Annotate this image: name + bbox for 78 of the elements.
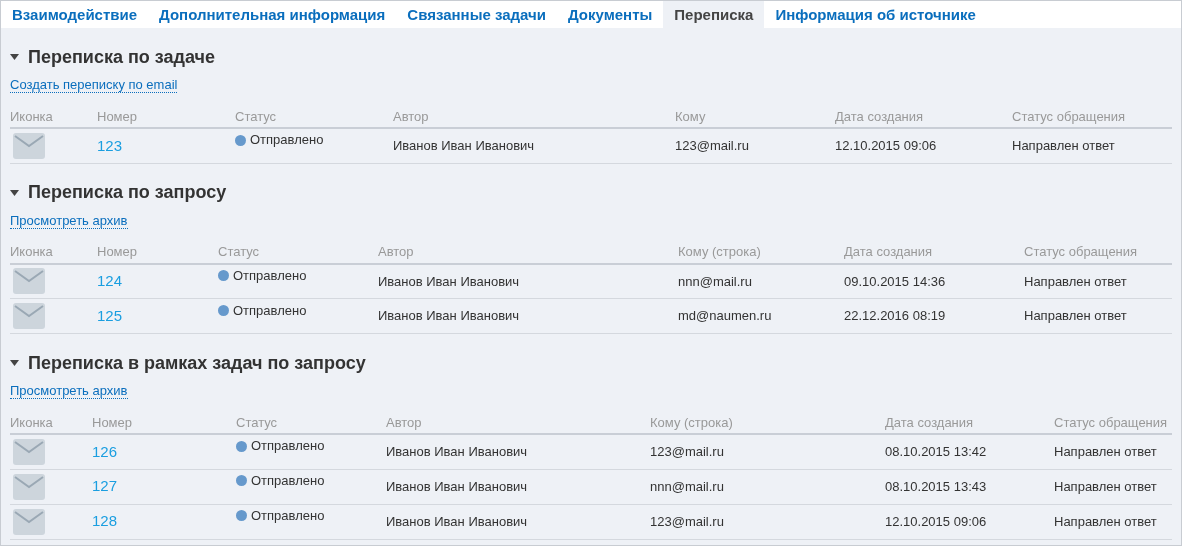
envelope-icon [13,132,45,159]
caret-icon[interactable] [10,360,19,366]
column-header: Иконка [10,412,92,434]
column-header: Кому [675,106,835,128]
column-header: Кому (строка) [678,241,844,264]
number-cell[interactable]: 127 [92,469,236,504]
column-header: Дата создания [885,412,1054,434]
tab[interactable]: Переписка [663,1,765,28]
number-cell[interactable]: 125 [97,298,218,334]
status-text: Отправлено [233,301,307,320]
column-header: Статус обращения [1012,106,1172,128]
tab[interactable]: Дополнительная информация [148,1,397,28]
column-header: Номер [97,106,235,128]
status-text: Отправлено [251,472,325,491]
author-cell: Иванов Иван Иванович [378,298,678,334]
column-header: Дата создания [844,241,1024,264]
appeal-status-cell: Направлен ответ [1054,434,1172,469]
number-cell[interactable]: 123 [97,128,235,163]
envelope-icon [13,303,45,329]
number-cell[interactable]: 126 [92,434,236,469]
recipient-cell: 123@mail.ru [650,434,885,469]
author-cell: Иванов Иван Иванович [386,434,650,469]
status-text: Отправлено [251,507,325,526]
date-cell: 22.12.2016 08:19 [844,298,1024,334]
envelope-icon [13,438,45,465]
action-link[interactable]: Просмотреть архив [10,383,128,399]
column-header: Дата создания [835,106,1012,128]
appeal-status-cell: Направлен ответ [1054,504,1172,539]
column-header: Статус [218,241,378,264]
status-text: Отправлено [250,131,324,150]
author-cell: Иванов Иван Иванович [386,504,650,539]
column-header: Автор [386,412,650,434]
column-header: Иконка [10,241,97,264]
section-title: Переписка по запросу [28,181,227,204]
appeal-status-cell: Направлен ответ [1054,469,1172,504]
date-cell: 08.10.2015 13:42 [885,434,1054,469]
caret-icon[interactable] [10,54,19,60]
caret-icon[interactable] [10,189,19,196]
number-cell[interactable]: 128 [92,504,236,539]
date-cell: 12.10.2015 09:06 [885,504,1054,539]
author-cell: Иванов Иван Иванович [386,469,650,504]
recipient-cell: md@naumen.ru [678,298,844,334]
appeal-status-cell: Направлен ответ [1024,298,1172,334]
date-cell: 09.10.2015 14:36 [844,263,1024,299]
recipient-cell: nnn@mail.ru [650,469,885,504]
appeal-status-cell: Направлен ответ [1012,128,1172,163]
column-header: Кому (строка) [650,412,885,434]
section-title: Переписка в рамках задач по запросу [28,351,366,375]
recipient-cell: nnn@mail.ru [678,263,844,299]
action-link[interactable]: Создать переписку по email [10,77,178,93]
section-title: Переписка по задаче [28,45,215,69]
envelope-icon [13,473,45,500]
column-header: Номер [97,241,218,264]
tab[interactable]: Взаимодействие [1,1,149,28]
column-header: Автор [393,106,675,128]
tab[interactable]: Связанные задачи [396,1,557,28]
column-header: Статус обращения [1024,241,1172,264]
recipient-cell: 123@mail.ru [650,504,885,539]
recipient-cell: 123@mail.ru [675,128,835,163]
status-text: Отправлено [233,266,307,285]
envelope-icon [13,508,45,535]
status-text: Отправлено [251,437,325,456]
column-header: Иконка [10,106,97,128]
action-link[interactable]: Просмотреть архив [10,212,128,229]
tab[interactable]: Информация об источнике [764,1,987,28]
envelope-icon [13,268,45,295]
column-header: Статус [235,106,393,128]
appeal-status-cell: Направлен ответ [1024,263,1172,299]
date-cell: 12.10.2015 09:06 [835,128,1012,163]
column-header: Статус обращения [1054,412,1172,434]
date-cell: 08.10.2015 13:43 [885,469,1054,504]
column-header: Автор [378,241,678,264]
tab[interactable]: Документы [557,1,664,28]
number-cell[interactable]: 124 [97,263,218,299]
column-header: Номер [92,412,236,434]
author-cell: Иванов Иван Иванович [393,128,675,163]
author-cell: Иванов Иван Иванович [378,263,678,299]
column-header: Статус [236,412,386,434]
